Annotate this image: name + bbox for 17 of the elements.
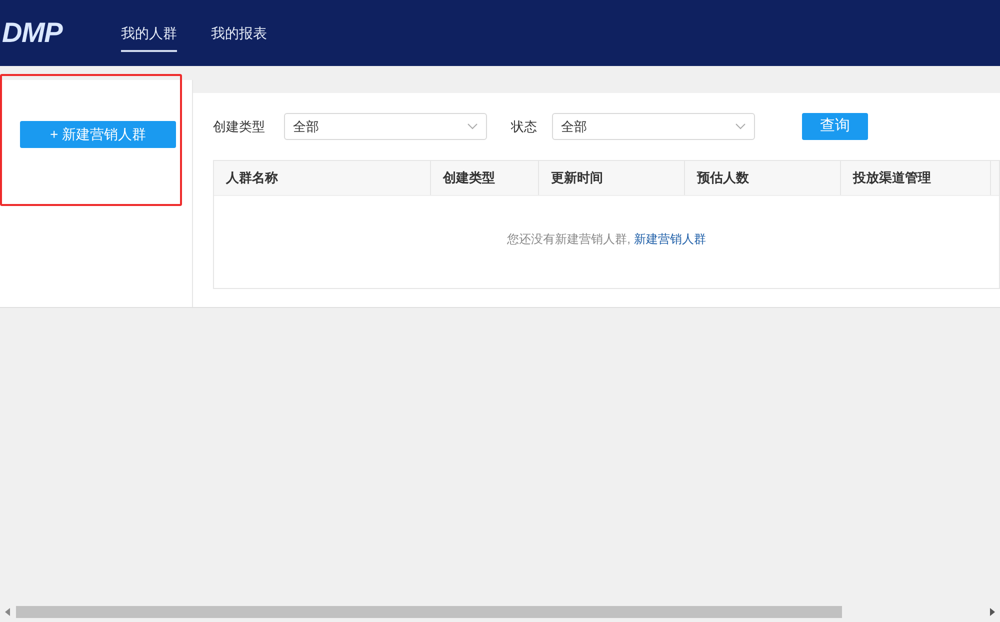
chevron-down-icon — [467, 123, 478, 130]
create-group-link[interactable]: 新建营销人群 — [634, 232, 706, 246]
chevron-down-icon — [735, 123, 746, 130]
column-header: 创建类型 — [431, 161, 539, 195]
filter-select[interactable]: 全部 — [284, 113, 487, 140]
column-header: 投放渠道管理 — [841, 161, 991, 195]
column-header: 人群名称 — [214, 161, 431, 195]
column-header: 预估人数 — [685, 161, 841, 195]
column-header: 更新时间 — [539, 161, 685, 195]
filter-label: 状态 — [511, 118, 537, 136]
nav-tab[interactable]: 我的报表 — [211, 14, 267, 52]
filter-select[interactable]: 全部 — [552, 113, 755, 140]
nav-tab[interactable]: 我的人群 — [121, 14, 177, 52]
filter-label: 创建类型 — [213, 118, 265, 136]
scrollbar-thumb[interactable] — [16, 606, 842, 618]
empty-message: 您还没有新建营销人群, 新建营销人群 — [506, 231, 707, 248]
logo: DMP — [2, 16, 64, 50]
